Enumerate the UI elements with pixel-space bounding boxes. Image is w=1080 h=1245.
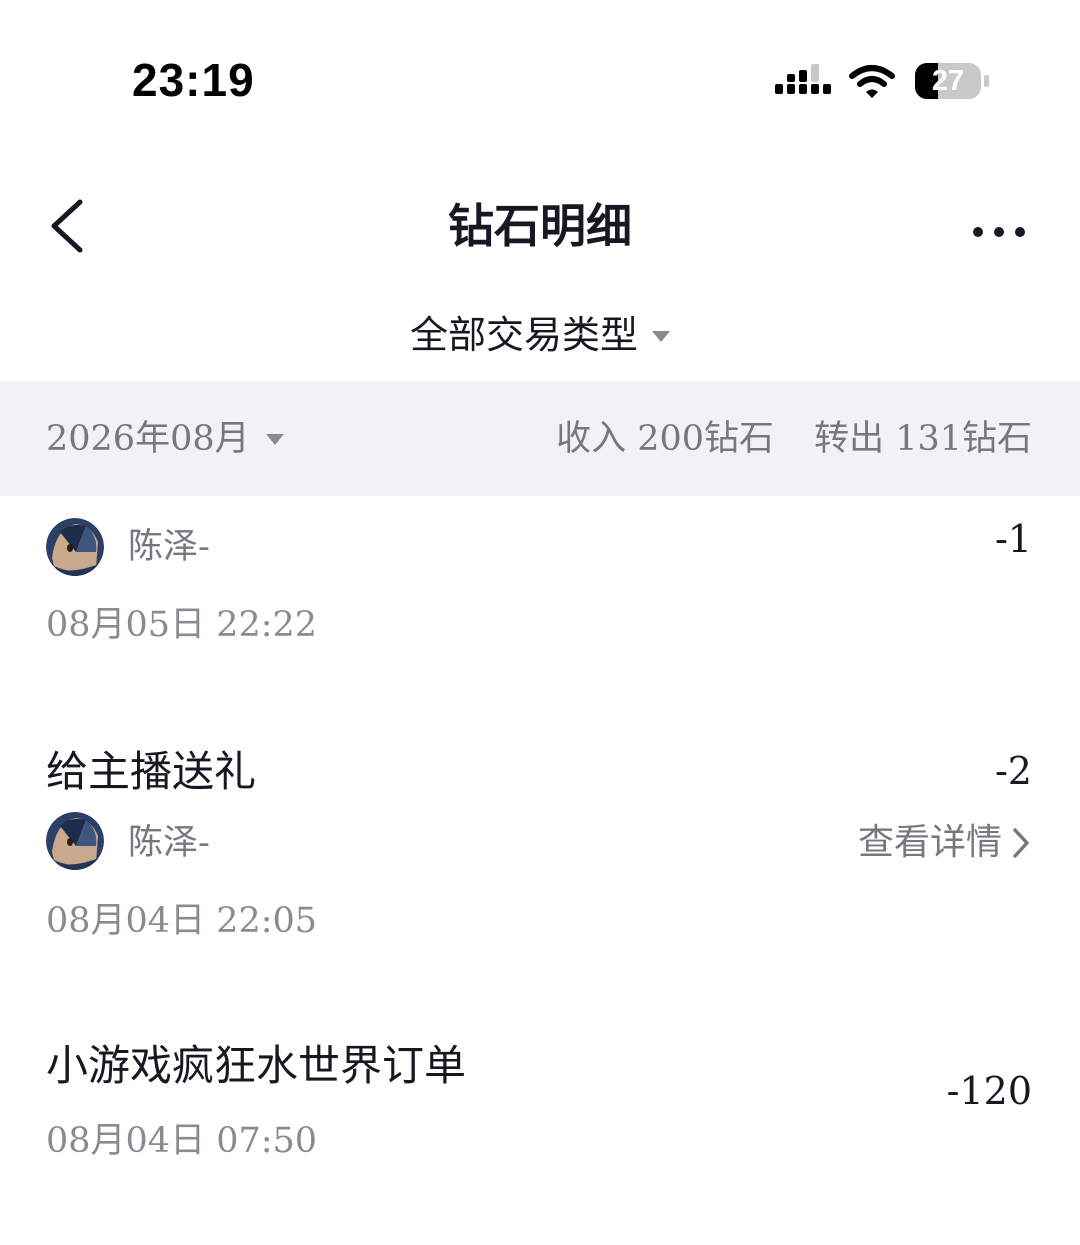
caret-down-icon <box>652 330 670 342</box>
status-time: 23:19 <box>132 54 255 106</box>
transaction-amount: -1 <box>994 517 1032 561</box>
transaction-type-filter[interactable]: 全部交易类型 <box>0 308 1080 362</box>
avatar <box>46 518 104 576</box>
transaction-item[interactable]: 陈泽- -1 08月05日 22:22 <box>0 500 1080 660</box>
transaction-title: 小游戏疯狂水世界订单 <box>46 1041 467 1090</box>
user-name: 陈泽- <box>128 823 210 863</box>
more-dots-icon[interactable] <box>966 220 1032 244</box>
transaction-amount: -120 <box>946 1069 1032 1113</box>
wifi-icon <box>849 65 895 98</box>
outgoing-total: 转出 131钻石 <box>814 419 1032 459</box>
page-title: 钻石明细 <box>448 199 632 253</box>
caret-down-icon <box>265 433 284 445</box>
view-details-link[interactable]: 查看详情 <box>858 818 1032 868</box>
cellular-signal-icon <box>775 64 831 94</box>
transaction-item[interactable]: 小游戏疯狂水世界订单 -120 08月04日 07:50 <box>0 1034 1080 1184</box>
battery-icon: 27 <box>914 60 990 102</box>
month-selector[interactable]: 2026年08月 <box>46 414 284 464</box>
month-totals: 收入 200钻石 转出 131钻石 <box>556 414 1032 464</box>
month-label: 2026年08月 <box>46 419 250 459</box>
transaction-time: 08月05日 22:22 <box>46 605 318 645</box>
transaction-amount: -2 <box>994 749 1032 793</box>
user-name: 陈泽- <box>128 527 210 567</box>
transaction-item[interactable]: 给主播送礼 -2 陈泽- 查看详情 08月04日 22:05 <box>0 738 1080 958</box>
transaction-title: 给主播送礼 <box>46 747 257 796</box>
income-total: 收入 200钻石 <box>556 419 775 459</box>
filter-label: 全部交易类型 <box>409 313 638 357</box>
view-details-label: 查看详情 <box>857 822 1002 863</box>
avatar <box>46 812 104 870</box>
transaction-time: 08月04日 07:50 <box>46 1121 318 1161</box>
chevron-right-icon <box>1013 828 1029 858</box>
battery-level: 27 <box>931 65 965 97</box>
transaction-time: 08月04日 22:05 <box>46 901 318 941</box>
